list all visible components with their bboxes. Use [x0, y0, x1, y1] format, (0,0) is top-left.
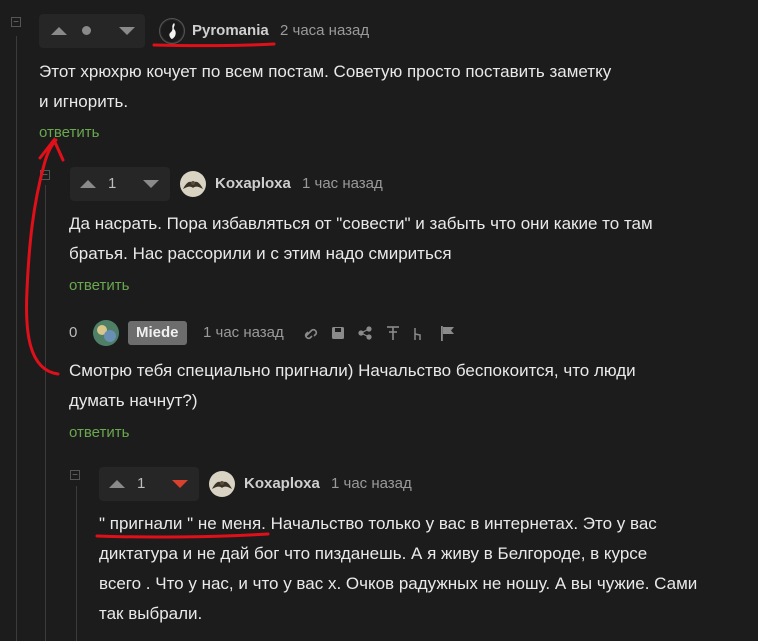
comment-author[interactable]: Koxaploxa	[244, 475, 320, 492]
avatar-flame-icon	[161, 20, 183, 42]
avatar[interactable]	[209, 471, 235, 497]
avatar-image-icon	[93, 320, 119, 346]
downvote-icon[interactable]	[172, 480, 188, 488]
comment-text-line: Смотрю тебя специально пригнали) Начальс…	[69, 361, 636, 380]
comment-author[interactable]: Koxaploxa	[215, 175, 291, 192]
rating-box: 1	[99, 467, 199, 501]
score-dot-icon	[82, 26, 91, 35]
link-icon[interactable]	[304, 328, 318, 340]
downvote-icon[interactable]	[119, 27, 135, 35]
collapse-button[interactable]: −	[70, 470, 80, 481]
upvote-icon[interactable]	[51, 27, 67, 35]
score-count: 0	[69, 324, 78, 341]
avatar[interactable]	[159, 18, 185, 44]
author-badge[interactable]: Miede	[128, 321, 187, 345]
arrow-head-annotation	[38, 137, 65, 162]
reply-link[interactable]: ответить	[69, 277, 129, 294]
avatar-bird-icon	[183, 181, 203, 189]
score-count: 1	[108, 175, 117, 192]
reply-link[interactable]: ответить	[69, 424, 129, 441]
comment-toolbar	[303, 322, 463, 344]
share-icon[interactable]	[358, 326, 372, 340]
comment-text-line: думать начнут?)	[69, 391, 198, 410]
reply-link[interactable]: ответить	[39, 124, 99, 141]
avatar[interactable]	[93, 320, 119, 346]
underline-annotation	[152, 42, 276, 48]
rating-box: 1	[70, 167, 170, 201]
comment-time[interactable]: 1 час назад	[331, 475, 412, 492]
avatar[interactable]	[180, 171, 206, 197]
flag-icon[interactable]	[441, 326, 454, 341]
comment-text-line: " пригнали " не меня. Начальство только …	[99, 514, 657, 533]
collapse-button[interactable]: −	[11, 17, 21, 28]
comment-text-line: братья. Нас рассорили и с этим надо смир…	[69, 244, 452, 263]
pin-icon[interactable]	[387, 326, 399, 340]
comment-text-line: так выбрали.	[99, 604, 203, 623]
avatar-bird-icon	[212, 481, 232, 489]
save-icon[interactable]	[332, 327, 344, 339]
rating-box	[39, 14, 145, 48]
comment-time[interactable]: 2 часа назад	[280, 22, 369, 39]
upvote-icon[interactable]	[80, 180, 96, 188]
hand-icon[interactable]	[414, 328, 421, 340]
comment-time[interactable]: 1 час назад	[302, 175, 383, 192]
comment-text-line: диктатура и не дай бог что пизданешь. А …	[99, 544, 648, 563]
comment-text-line: и игнорить.	[39, 92, 129, 111]
comment-author[interactable]: Pyromania	[192, 22, 269, 39]
comment-time[interactable]: 1 час назад	[203, 324, 284, 341]
score-count: 1	[137, 475, 146, 492]
comment-text-line: Да насрать. Пора избавляться от "совести…	[69, 214, 653, 233]
upvote-icon[interactable]	[109, 480, 125, 488]
comment-text-line: всего . Что у нас, и что у вас х. Очков …	[99, 574, 698, 593]
comment-text-line: Этот хрюхрю кочует по всем постам. Совет…	[39, 62, 612, 81]
collapse-button[interactable]: −	[40, 170, 50, 181]
downvote-icon[interactable]	[143, 180, 159, 188]
